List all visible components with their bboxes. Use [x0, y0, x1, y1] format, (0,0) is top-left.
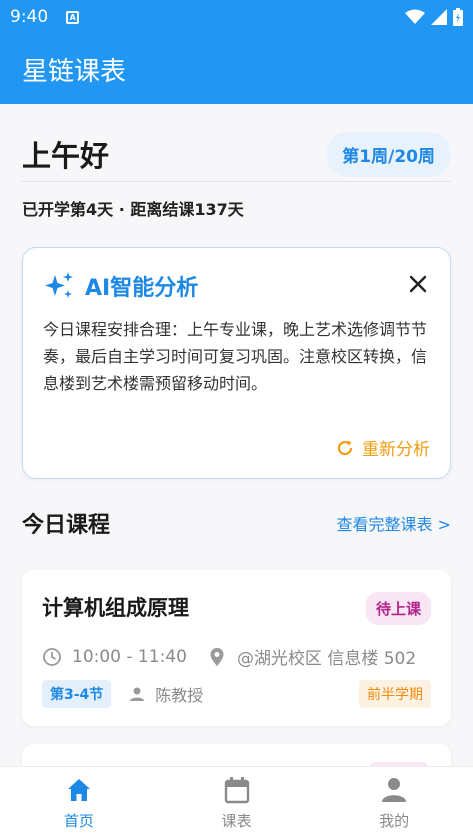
- location-group: @湖光校区 信息楼 502: [207, 644, 416, 669]
- close-icon[interactable]: [406, 272, 430, 296]
- course-card[interactable]: 计算机组成原理 待上课 10:00 - 11:40 @湖光校区 信息楼 502 …: [22, 570, 451, 726]
- wifi-icon: [405, 9, 425, 24]
- course-name: 计算机组成原理: [42, 596, 189, 620]
- greeting-text: 上午好: [22, 139, 110, 173]
- reanalyze-label: 重新分析: [362, 440, 430, 460]
- ai-card-header: AI智能分析: [43, 270, 198, 302]
- status-bar: 9:40 A: [0, 0, 473, 34]
- nav-label: 我的: [379, 812, 410, 830]
- section-title: 今日课程: [22, 513, 111, 538]
- person-icon: [382, 778, 407, 802]
- nav-home[interactable]: 首页: [0, 767, 158, 840]
- today-section-header: 今日课程 查看完整课表 >: [22, 506, 451, 540]
- course-card[interactable]: [22, 744, 451, 766]
- course-tag-row: 第3-4节 陈教授 前半学期: [42, 680, 431, 708]
- course-location: @湖光校区 信息楼 502: [236, 649, 417, 669]
- sparkle-icon: [45, 272, 73, 298]
- ai-card-title: AI智能分析: [85, 276, 199, 301]
- main-content[interactable]: 上午好 第1周/20周 已开学第4天 · 距离结课137天 AI智能分析 今日课…: [0, 104, 473, 766]
- ai-analysis-card: AI智能分析 今日课程安排合理：上午专业课，晚上艺术选修调节节奏，最后自主学习时…: [22, 247, 451, 479]
- term-progress-text: 已开学第4天 · 距离结课137天: [22, 200, 244, 219]
- battery-icon: [453, 8, 463, 26]
- app-title: 星链课表: [22, 56, 127, 87]
- greeting-row: 上午好 第1周/20周: [22, 128, 451, 180]
- divider: [22, 181, 451, 182]
- nav-profile[interactable]: 我的: [315, 767, 473, 840]
- course-time: 10:00 - 11:40: [72, 646, 187, 667]
- status-time: 9:40: [10, 7, 49, 27]
- teacher-name: 陈教授: [155, 686, 204, 705]
- location-pin-icon: [210, 647, 224, 666]
- reanalyze-button[interactable]: 重新分析: [336, 435, 430, 460]
- calendar-icon: [224, 777, 249, 804]
- ai-analysis-text: 今日课程安排合理：上午专业课，晚上艺术选修调节节奏，最后自主学习时间可复习巩固。…: [43, 320, 428, 393]
- clock-icon: [43, 647, 61, 666]
- app-bar: 星链课表: [0, 34, 473, 104]
- status-badge: 待上课: [365, 592, 431, 625]
- person-icon: [130, 687, 145, 701]
- sim-card-icon: A: [66, 10, 80, 24]
- nav-schedule[interactable]: 课表: [158, 767, 316, 840]
- signal-icon: [431, 9, 447, 25]
- bottom-navigation: 首页 课表 我的: [0, 766, 473, 840]
- teacher-group: 陈教授: [129, 682, 203, 706]
- week-badge: 第1周/20周: [326, 131, 451, 177]
- home-icon: [67, 779, 90, 801]
- nav-label: 课表: [221, 812, 252, 830]
- nav-label: 首页: [63, 812, 94, 830]
- course-meta-row: 10:00 - 11:40 @湖光校区 信息楼 502: [42, 644, 416, 669]
- term-tag: 前半学期: [359, 680, 431, 708]
- view-full-schedule-link[interactable]: 查看完整课表 >: [337, 511, 452, 535]
- refresh-icon: [337, 440, 353, 455]
- period-tag: 第3-4节: [42, 680, 112, 708]
